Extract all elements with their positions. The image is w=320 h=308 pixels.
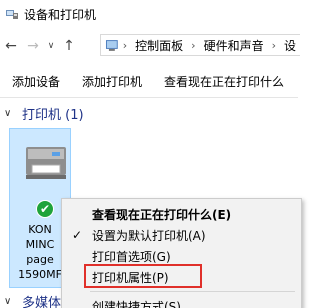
group-label-multimedia: 多媒体 xyxy=(22,296,62,308)
recent-locations-button[interactable]: ∨ xyxy=(44,34,58,58)
group-header-multimedia[interactable]: ∨ 多媒体 xyxy=(0,292,61,308)
breadcrumb-item-hardware-sound[interactable]: 硬件和声音 xyxy=(204,37,264,54)
command-bar: 添加设备 添加打印机 查看现在正在打印什么 xyxy=(0,66,298,96)
add-device-button[interactable]: 添加设备 xyxy=(8,73,64,90)
menu-item-label: 设置为默认打印机(A) xyxy=(92,228,206,243)
breadcrumb-item-devices[interactable]: 设 xyxy=(284,37,296,54)
title-bar: 设备和打印机 xyxy=(0,0,298,28)
group-header-printers[interactable]: ∨ 打印机 (1) xyxy=(0,104,84,123)
breadcrumb-separator-icon: › xyxy=(271,38,276,52)
default-printer-check-icon: ✔ xyxy=(36,200,54,218)
menu-item-label: 打印首选项(G) xyxy=(92,249,171,264)
menu-separator xyxy=(90,291,295,292)
chevron-down-icon: ∨ xyxy=(4,108,12,119)
divider xyxy=(0,97,298,98)
menu-item-printing-preferences[interactable]: 打印首选项(G) xyxy=(62,246,301,266)
up-button[interactable]: ↑ xyxy=(58,34,80,58)
checkmark-icon: ✓ xyxy=(72,228,83,242)
group-label-printers: 打印机 (1) xyxy=(22,108,84,123)
breadcrumb-separator-icon: › xyxy=(191,38,196,52)
menu-item-set-default-printer[interactable]: ✓ 设置为默认打印机(A) xyxy=(62,225,301,245)
chevron-down-icon: ∨ xyxy=(47,41,55,51)
printer-icon xyxy=(26,147,66,179)
forward-button[interactable]: → xyxy=(22,34,44,58)
arrow-right-icon: → xyxy=(27,38,39,54)
arrow-up-icon: ↑ xyxy=(63,38,75,54)
context-menu: 查看现在正在打印什么(E) ✓ 设置为默认打印机(A) 打印首选项(G) 打印机… xyxy=(61,198,302,308)
see-whats-printing-button[interactable]: 查看现在正在打印什么 xyxy=(160,73,288,90)
window-title: 设备和打印机 xyxy=(24,7,97,22)
back-button[interactable]: ← xyxy=(0,34,22,58)
highlight-annotation xyxy=(84,264,202,288)
menu-item-see-whats-printing[interactable]: 查看现在正在打印什么(E) xyxy=(62,204,301,224)
arrow-left-icon: ← xyxy=(5,38,17,54)
control-panel-icon xyxy=(105,40,118,51)
chevron-right-icon: ∨ xyxy=(4,296,12,307)
menu-item-create-shortcut[interactable]: 创建快捷方式(S) xyxy=(62,296,301,308)
breadcrumb-item-control-panel[interactable]: 控制面板 xyxy=(135,37,183,54)
menu-item-label: 查看现在正在打印什么(E) xyxy=(92,207,232,222)
add-printer-button[interactable]: 添加打印机 xyxy=(78,73,146,90)
breadcrumb-separator-icon: › xyxy=(122,38,128,52)
devices-printers-icon xyxy=(6,10,18,19)
menu-item-label: 创建快捷方式(S) xyxy=(92,299,181,308)
address-bar[interactable]: › 控制面板 › 硬件和声音 › 设 xyxy=(100,34,300,56)
